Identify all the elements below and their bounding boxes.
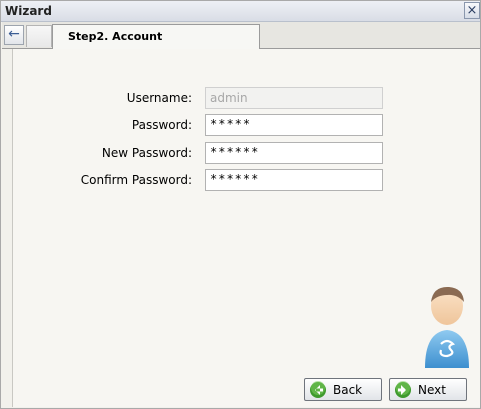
green-arrow-right-icon — [395, 380, 411, 398]
back-arrow-icon[interactable]: ← — [4, 25, 24, 45]
new-password-label: New Password: — [101, 146, 192, 160]
window-title: Wizard — [5, 4, 52, 18]
close-button[interactable]: × — [464, 2, 480, 19]
confirm-password-field[interactable]: ****** — [205, 169, 383, 191]
username-field: admin — [205, 87, 383, 109]
wizard-content: Username: admin Password: ***** New Pass… — [12, 49, 480, 407]
tab-strip: ← Step2. Account — [2, 22, 480, 49]
back-button[interactable]: Back — [304, 378, 382, 401]
green-arrow-left-icon — [310, 380, 326, 398]
wizard-window: Wizard × ← Step2. Account Username: admi… — [0, 0, 481, 409]
new-password-field[interactable]: ****** — [205, 142, 383, 164]
title-bar: Wizard × — [1, 1, 480, 22]
back-button-label: Back — [333, 382, 363, 397]
username-label: Username: — [126, 91, 192, 105]
next-button[interactable]: Next — [389, 378, 467, 401]
user-avatar-icon — [425, 286, 469, 368]
confirm-password-label: Confirm Password: — [80, 173, 192, 187]
next-button-label: Next — [418, 382, 446, 397]
tab-step2-account[interactable]: Step2. Account — [52, 24, 260, 49]
password-field[interactable]: ***** — [205, 114, 383, 136]
password-label: Password: — [131, 118, 192, 132]
tab-previous[interactable] — [26, 25, 52, 47]
